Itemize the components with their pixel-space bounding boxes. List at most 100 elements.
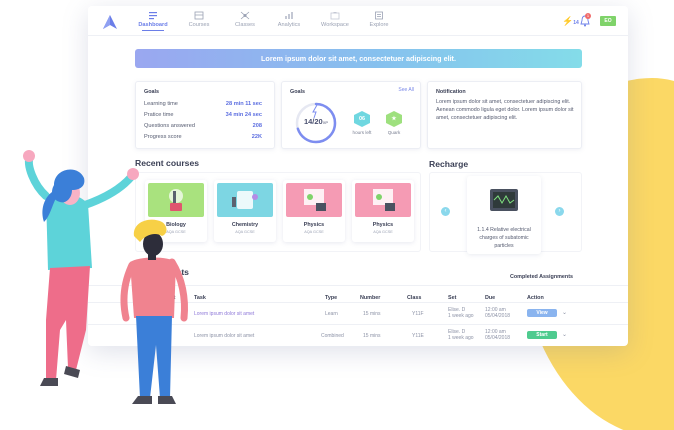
class-cell: Y11F [412,311,424,317]
course-card-biology[interactable]: Biology AQA GCSE [145,180,207,242]
nav-explore-label: Explore [369,22,389,28]
column-header-action[interactable]: Action [527,295,544,301]
column-header-type[interactable]: Type [325,295,337,301]
column-header-number[interactable]: Number [360,295,380,301]
dashboard-icon [149,12,157,20]
goals-progress-card: Goals See All 14/20XP 06 hours left ★ Qu… [281,81,421,149]
course-card-physics[interactable]: Physics AQA GCSE [352,180,414,242]
bolt-icon: ⚡ [562,16,574,26]
explore-icon [375,11,383,20]
energy-counter[interactable]: ⚡14 [562,16,579,27]
top-nav: Dashboard Courses Classes Analytics Work… [88,6,628,36]
microscope-icon [169,189,183,211]
recharge-card-text: 1.1.4 Relative electrical charges of sub… [477,227,531,249]
start-button[interactable]: Start [527,331,557,339]
see-all-link[interactable]: See All [398,87,414,93]
goal-row: Progress score 22K [144,134,262,140]
dashboard-window: Dashboard Courses Classes Analytics Work… [88,6,628,346]
goal-row: Pratice time 34 min 24 sec [144,112,262,118]
course-card-chemistry[interactable]: Chemistry AQA GCSE [214,180,276,242]
nav-analytics[interactable]: Analytics [266,11,312,28]
course-name: Biology [166,222,186,228]
class-cell: Y11E [412,333,424,339]
recharge-next-button[interactable]: › [555,207,564,216]
nav-explore[interactable]: Explore [356,11,402,28]
course-name: Physics [303,222,325,228]
nav-analytics-label: Analytics [277,22,301,28]
course-thumbnail [148,183,204,217]
xp-progress-value: 14/20XP [303,117,329,126]
course-exam-board: AQA GCSE [166,230,186,234]
course-thumbnail [217,183,273,217]
course-name: Physics [372,222,394,228]
nav-dashboard[interactable]: Dashboard [130,11,176,31]
course-name: Chemistry [231,222,259,228]
table-divider [88,285,628,286]
course-exam-board: AQA GCSE [373,230,393,234]
nav-workspace-label: Workspace [321,22,349,28]
column-header-task[interactable]: Task [194,295,206,301]
course-thumbnail [286,183,342,217]
number-cell: 15 mins [363,311,381,317]
goals-stats-card: Goals Learning time 28 min 11 sec Pratice… [135,81,275,149]
recent-courses-title: Recent courses [135,158,200,168]
app-logo-icon[interactable] [102,14,118,30]
analytics-icon [285,12,293,19]
nav-workspace[interactable]: Workspace [312,11,358,28]
quark-hex-icon: ★ [386,111,402,127]
notification-badge: 1 [585,13,591,19]
column-header-class[interactable]: Class [407,295,421,301]
column-header-set[interactable]: Set [448,295,456,301]
course-exam-board: AQA GCSE [304,230,324,234]
hours-left-label: hours left [352,130,372,135]
task-link[interactable]: Lorem ipsum dolor sit amet [194,333,254,339]
bolt-count: 14 [573,20,579,26]
assignments-title: Assignments [135,267,189,277]
number-cell: 15 mins [363,333,381,339]
course-thumbnail [355,183,411,217]
nav-classes-label: Classes [235,22,255,28]
chevron-down-icon[interactable]: ⌄ [562,309,567,316]
completed-assignments-link[interactable]: Completed Assignments [510,274,573,280]
nav-dashboard-label: Dashboard [138,22,168,28]
hero-banner: Lorem ipsum dolor sit amet, consectetuer… [135,49,582,68]
recharge-title: Recharge [429,159,469,169]
circuit-icon [373,189,395,211]
workspace-icon [330,12,340,20]
nav-courses[interactable]: Courses [176,11,222,28]
classes-icon [240,11,250,20]
courses-icon [194,11,204,20]
due-cell: 12:00 am 05/04/2018 [485,307,511,319]
table-divider [88,302,628,303]
notification-text: Lorem ipsum dolor sit amet, consectetuer… [436,99,574,121]
column-header-due[interactable]: Due [485,295,495,301]
task-link[interactable]: Lorem ipsum dolor sit amet [194,311,254,317]
hours-hex-icon: 06 [354,111,370,127]
recharge-prev-button[interactable]: ‹ [441,207,450,216]
course-exam-board: AQA GCSE [235,230,255,234]
chevron-down-icon[interactable]: ⌄ [562,331,567,338]
type-cell: Learn [325,311,338,317]
goals-stats-title: Goals [144,89,159,95]
circuit-icon [304,189,326,211]
nav-classes[interactable]: Classes [222,11,268,28]
type-cell: Combined [321,333,344,339]
recharge-card[interactable]: 1.1.4 Relative electrical charges of sub… [467,176,541,254]
course-card-physics[interactable]: Physics AQA GCSE [283,180,345,242]
notification-title: Notification [436,89,466,95]
set-cell: Elise. D 1 week ago [448,307,474,319]
stage: Dashboard Courses Classes Analytics Work… [0,0,674,430]
avatar[interactable]: EO [600,16,616,26]
due-cell: 12:00 am 05/04/2018 [485,329,511,341]
table-divider [88,324,628,325]
nav-courses-label: Courses [188,22,210,28]
oscilloscope-icon [490,189,518,211]
set-cell: Elise. D 1 week ago [448,329,474,341]
column-header-subject[interactable]: Subject [156,295,175,301]
goals-progress-title: Goals [290,89,305,95]
goal-row: Questions answered 208 [144,123,262,129]
notification-card: Notification Lorem ipsum dolor sit amet,… [427,81,582,149]
quark-label: Quark [387,130,401,135]
flask-icon [232,191,258,209]
view-button[interactable]: View [527,309,557,317]
